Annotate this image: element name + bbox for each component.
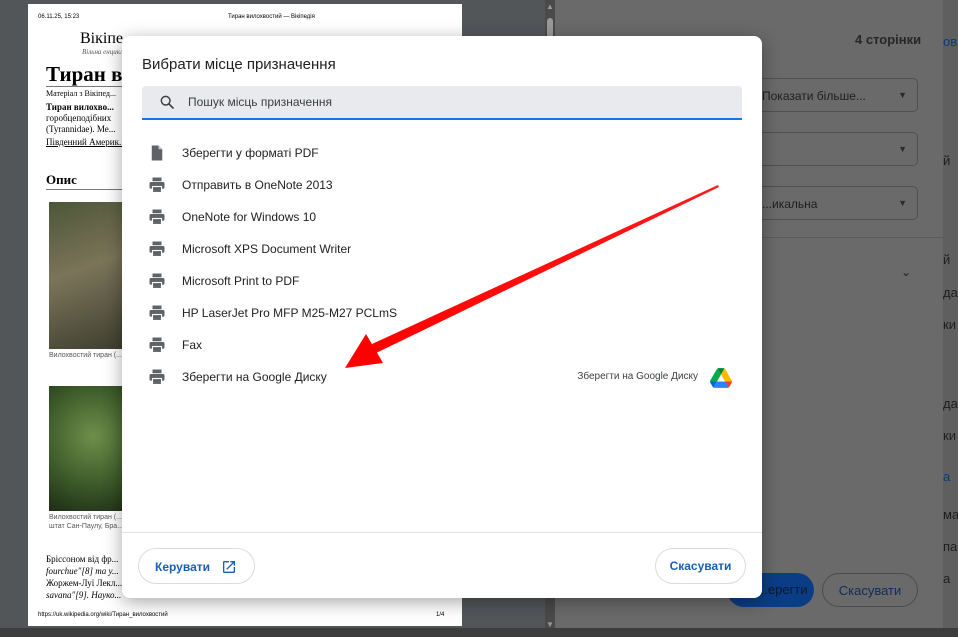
printer-icon: [149, 273, 165, 290]
destination-label: Fax: [182, 338, 203, 352]
destination-label: Зберегти у форматі PDF: [182, 146, 319, 160]
article-source: Матеріал з Вікіпед...: [46, 89, 116, 98]
strip-text: па: [943, 539, 958, 554]
manage-button-label: Керувати: [155, 560, 210, 574]
chevron-down-icon: ▼: [898, 198, 907, 208]
destination-list: Зберегти у форматі PDF Отправить в OneNo…: [122, 137, 762, 393]
more-settings-chevron-icon[interactable]: ⌄: [901, 265, 911, 279]
strip-text: ки: [943, 428, 956, 443]
article-line: Південний Америк...: [46, 137, 126, 147]
destination-sub-label: Зберегти на Google Диску: [577, 371, 698, 382]
bird-photo: [49, 386, 129, 511]
chevron-down-icon: ▼: [898, 144, 907, 154]
strip-text: ма: [943, 507, 958, 522]
article-line: savana"[9]. Науко...: [46, 590, 122, 600]
destination-label: Зберегти на Google Диску: [182, 370, 327, 384]
strip-text: й: [943, 153, 951, 168]
page-header-title: Тиран вилохвостий — Вікіпедія: [228, 14, 315, 20]
section-heading: Опис: [46, 172, 77, 187]
strip-text: ов: [943, 34, 958, 49]
cancel-button[interactable]: Скасувати: [655, 548, 746, 584]
bird-photo: [49, 202, 129, 349]
chevron-down-icon: ▼: [898, 90, 907, 100]
search-box[interactable]: [142, 86, 742, 120]
search-input[interactable]: [188, 86, 728, 118]
destination-label: Microsoft Print to PDF: [182, 274, 300, 288]
layout-select[interactable]: ...икальна ▼: [753, 186, 918, 220]
strip-text: а: [943, 469, 951, 484]
strip-text: да: [943, 396, 958, 411]
destination-label: HP LaserJet Pro MFP M25-M27 PCLmS: [182, 306, 397, 320]
page-footer-url: https://uk.wikipedia.org/wiki/Тиран_вило…: [38, 612, 168, 618]
external-link-icon: [223, 561, 235, 573]
article-line: Жоржем-Луї Лекл...: [46, 578, 123, 588]
strip-text: й: [943, 252, 951, 267]
photo-caption: штат Сан-Паулу, Бра...: [49, 523, 124, 530]
pages-select[interactable]: Показати більше... ▼: [753, 78, 918, 112]
destination-label: Отправить в OneNote 2013: [182, 178, 333, 192]
printer-icon: [149, 337, 165, 354]
page-footer-number: 1/4: [436, 612, 445, 618]
photo-caption: Вилохвостий тиран (...: [49, 514, 122, 521]
strip-text: ки: [943, 317, 956, 332]
printer-icon: [149, 241, 165, 258]
destination-item-xps-writer[interactable]: Microsoft XPS Document Writer: [122, 233, 762, 265]
bottom-strip: [0, 628, 958, 637]
article-line: fourchue"[8] та у...: [46, 566, 119, 576]
search-icon: [160, 95, 174, 109]
background-page-strip: ов й й да ки да ки а ма па а: [943, 0, 958, 637]
destination-label: OneNote for Windows 10: [182, 210, 317, 224]
destination-item-onenote-2013[interactable]: Отправить в OneNote 2013: [122, 169, 762, 201]
print-cancel-button[interactable]: Скасувати: [822, 573, 918, 607]
select-destination-dialog: Вибрати місце призначення Зберегти у фор…: [122, 36, 762, 598]
article-line: горобцеподібних: [46, 113, 112, 123]
pages-count: 4 сторінки: [855, 32, 922, 47]
footer-divider: [122, 532, 762, 533]
destination-item-save-pdf[interactable]: Зберегти у форматі PDF: [122, 137, 762, 169]
copies-select[interactable]: ▼: [753, 132, 918, 166]
manage-button[interactable]: Керувати: [138, 548, 255, 584]
article-line: Тиран вилохво...: [46, 102, 114, 112]
pages-select-value: Показати більше...: [762, 89, 866, 103]
destination-label: Microsoft XPS Document Writer: [182, 242, 352, 256]
file-icon: [151, 145, 163, 161]
printer-icon: [149, 369, 165, 386]
scroll-up-icon[interactable]: ▲: [546, 2, 554, 11]
page-header-date: 06.11.25, 15:23: [38, 14, 80, 20]
strip-text: да: [943, 285, 958, 300]
destination-item-print-to-pdf[interactable]: Microsoft Print to PDF: [122, 265, 762, 297]
article-line: Бріссоном від фр...: [46, 554, 119, 564]
destination-item-hp-laserjet[interactable]: HP LaserJet Pro MFP M25-M27 PCLmS: [122, 297, 762, 329]
strip-text: а: [943, 571, 951, 586]
printer-icon: [149, 177, 165, 194]
printer-icon: [149, 209, 165, 226]
dialog-title: Вибрати місце призначення: [142, 56, 336, 73]
printer-icon: [149, 305, 165, 322]
photo-caption: Вилохвостий тиран (...: [49, 352, 122, 359]
destination-item-onenote-win10[interactable]: OneNote for Windows 10: [122, 201, 762, 233]
google-drive-icon: [710, 368, 732, 388]
layout-select-value: ...икальна: [762, 197, 818, 211]
destination-item-google-drive[interactable]: Зберегти на Google Диску Зберегти на Goo…: [122, 361, 762, 393]
destination-item-fax[interactable]: Fax: [122, 329, 762, 361]
article-line: (Tyrannidae). Ме...: [46, 124, 116, 134]
